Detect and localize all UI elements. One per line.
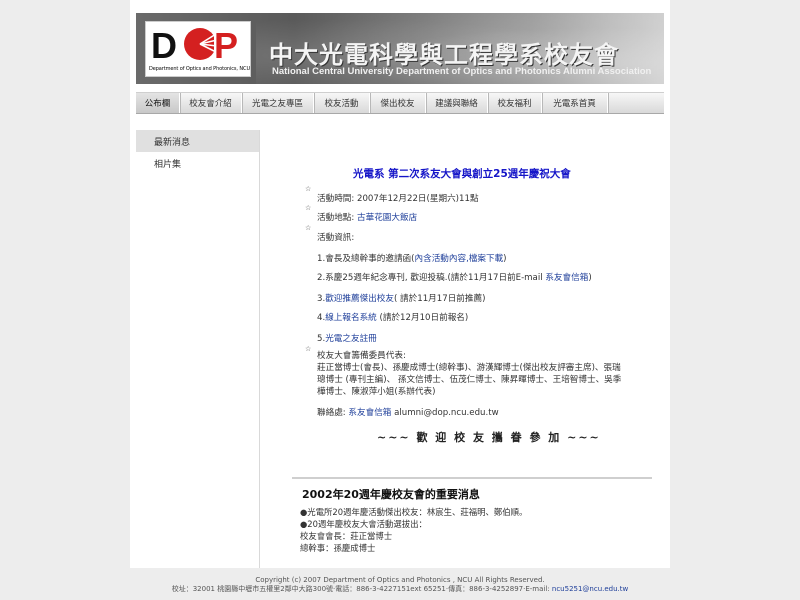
- contact-label: 聯絡處:: [317, 408, 349, 418]
- recommend-alumni-link[interactable]: 歡迎推薦傑出校友: [325, 294, 394, 304]
- nav-item-dept-home[interactable]: 光電系首頁: [542, 93, 608, 113]
- info-item-4-text: (請於12月10日前報名): [376, 313, 469, 323]
- dop-logo[interactable]: D P Department of Optics and Photonics, …: [145, 21, 251, 77]
- dop-logo-icon: D P: [151, 26, 248, 62]
- committee-label: 校友大會籌備委員代表:: [317, 351, 406, 361]
- star-icon: ☆: [305, 345, 312, 353]
- top-nav: 公布欄 校友會介紹 光電之友專區 校友活動 傑出校友 建議與聯絡 校友福利 光電…: [136, 92, 664, 114]
- nav-item-contact[interactable]: 建議與聯絡: [426, 93, 488, 113]
- header-banner: D P Department of Optics and Photonics, …: [136, 13, 664, 84]
- info-item-5-num: 5.: [317, 334, 326, 344]
- event-title: 光電系 第二次系友大會與創立25週年慶祝大會: [353, 168, 571, 180]
- info-item-4: 4.線上報名系統 (請於12月10日前報名): [317, 311, 468, 323]
- anniversary-list: ●光電所20週年慶活動傑出校友：林宸生、莊福明、鄭伯順。 ●20週年慶校友大會活…: [300, 506, 527, 554]
- committee-block: 校友大會籌備委員代表: 莊正當博士(會長)、孫慶成博士(總幹事)、游漢輝博士(傑…: [317, 350, 657, 398]
- info-item-1: 1.會長及總幹事的邀請函(內含活動內容,檔案下載): [317, 252, 507, 264]
- sidebar-item-news[interactable]: 最新消息: [136, 130, 259, 152]
- anniversary-line-2: ●20週年慶校友大會活動選拔出：: [300, 519, 427, 529]
- star-icon: ☆: [305, 185, 312, 193]
- contact-email: alumni@dop.ncu.edu.tw: [391, 408, 499, 418]
- info-item-2: 2.系慶25週年紀念專刊, 歡迎投稿.(請於11月17日前E-mail 系友會信…: [317, 271, 592, 283]
- info-item-2-text: 2.系慶25週年紀念專刊, 歡迎投稿.(請於11月17日前E-mail: [317, 273, 546, 283]
- venue-link[interactable]: 古華花園大飯店: [357, 213, 417, 223]
- star-icon: ☆: [305, 224, 312, 232]
- nav-item-benefits[interactable]: 校友福利: [488, 93, 542, 113]
- alumni-mailbox-link[interactable]: 系友會信箱: [545, 273, 588, 283]
- footer: Copyright (c) 2007 Department of Optics …: [130, 576, 670, 594]
- nav-item-outstanding[interactable]: 傑出校友: [370, 93, 426, 113]
- anniversary-title: 2002年20週年慶校友會的重要消息: [302, 488, 480, 501]
- footer-email-link[interactable]: ncu5251@ncu.edu.tw: [552, 585, 628, 593]
- page-container: D P Department of Optics and Photonics, …: [130, 0, 670, 568]
- friends-register-link[interactable]: 光電之友註冊: [325, 334, 377, 344]
- anniversary-line-3: 校友會會長：莊正當博士: [300, 531, 393, 541]
- svg-text:P: P: [214, 26, 238, 62]
- invitation-download-link[interactable]: 內含活動內容,檔案下載: [415, 254, 504, 264]
- site-title-en: National Central University Department o…: [272, 66, 652, 77]
- section-divider: [292, 477, 652, 479]
- info-item-3-text: ( 請於11月17日前推薦): [393, 294, 486, 304]
- nav-item-friends[interactable]: 光電之友專區: [242, 93, 314, 113]
- info-item-3: 3.歡迎推薦傑出校友( 請於11月17日前推薦): [317, 292, 485, 304]
- contact-mailbox-link[interactable]: 系友會信箱: [348, 408, 391, 418]
- nav-item-about[interactable]: 校友會介紹: [180, 93, 242, 113]
- committee-line-2: 璁博士 (專刊主編)、 孫文信博士、伍茂仁博士、陳昇暉博士、王培智博士、吳季: [317, 375, 622, 385]
- event-info-label: 活動資訊:: [317, 233, 355, 243]
- nav-item-activities[interactable]: 校友活動: [314, 93, 370, 113]
- sidebar-item-photos[interactable]: 相片集: [136, 152, 259, 174]
- nav-item-bulletin[interactable]: 公布欄: [136, 93, 180, 113]
- event-place-label: 活動地點:: [317, 213, 358, 223]
- info-item-1-text: 1.會長及總幹事的邀請函(: [317, 254, 415, 264]
- event-place: 活動地點: 古華花園大飯店: [317, 211, 417, 223]
- star-icon: ☆: [305, 204, 312, 212]
- committee-line-3: 樺博士、陳淑萍小姐(系辦代表): [317, 387, 436, 397]
- info-item-3-num: 3.: [317, 294, 326, 304]
- info-item-2-close: ): [588, 273, 592, 283]
- welcome-banner: ~~~ 歡 迎 校 友 攜 眷 參 加 ~~~: [377, 431, 601, 444]
- contact-line: 聯絡處: 系友會信箱 alumni@dop.ncu.edu.tw: [317, 406, 499, 418]
- info-item-1-close: ): [503, 254, 507, 264]
- footer-address: 校址：32001 桃園縣中壢市五權里2鄰中大路300號·電話：886-3-422…: [130, 585, 670, 594]
- info-item-4-num: 4.: [317, 313, 326, 323]
- event-time: 活動時間: 2007年12月22日(星期六)11點: [317, 194, 479, 204]
- info-item-5: 5.光電之友註冊: [317, 332, 377, 344]
- logo-subtitle: Department of Optics and Photonics, NCU: [149, 66, 250, 72]
- registration-link[interactable]: 線上報名系統: [325, 313, 377, 323]
- anniversary-line-4: 總幹事：孫慶成博士: [300, 543, 376, 553]
- anniversary-line-1: ●光電所20週年慶活動傑出校友：林宸生、莊福明、鄭伯順。: [300, 507, 528, 517]
- site-title-zh: 中大光電科學與工程學系校友會: [269, 40, 619, 69]
- logo-letter-d: D: [151, 26, 177, 62]
- footer-address-text: 校址：32001 桃園縣中壢市五權里2鄰中大路300號·電話：886-3-422…: [171, 585, 552, 593]
- copyright-text: Copyright (c) 2007 Department of Optics …: [255, 576, 545, 584]
- committee-line-1: 莊正當博士(會長)、孫慶成博士(總幹事)、游漢輝博士(傑出校友評審主席)、張瑞: [317, 363, 621, 373]
- sidebar: 最新消息 相片集: [136, 130, 260, 568]
